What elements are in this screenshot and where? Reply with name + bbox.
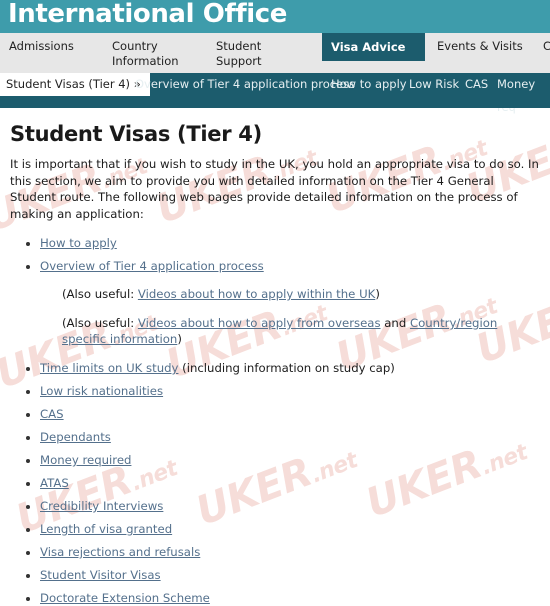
resource-link[interactable]: Length of visa granted (40, 522, 172, 536)
primary-nav-item-label: Student Support (216, 39, 262, 68)
secondary-nav-item-money-req[interactable]: Money req (497, 73, 550, 114)
list-item: Money required (40, 452, 540, 468)
resource-link[interactable]: Dependants (40, 430, 111, 444)
note-link[interactable]: Videos about how to apply within the UK (138, 287, 375, 301)
resource-link[interactable]: How to apply (40, 236, 117, 250)
secondary-nav-item-how-to-apply[interactable]: How to apply (331, 73, 407, 96)
note-prefix: (Also useful: (62, 287, 138, 301)
primary-nav-item-admissions[interactable]: Admissions (0, 33, 100, 54)
list-item: Doctorate Extension Scheme (40, 590, 540, 606)
also-useful-note: (Also useful: Videos about how to apply … (62, 315, 540, 347)
primary-nav-item-label: Co (543, 39, 550, 53)
resource-link[interactable]: Time limits on UK study (40, 361, 178, 375)
resource-link[interactable]: Doctorate Extension Scheme (40, 591, 210, 605)
site-header: International Office (0, 0, 550, 33)
resource-link[interactable]: CAS (40, 407, 64, 421)
resource-link[interactable]: Money required (40, 453, 131, 467)
list-item: How to apply (40, 235, 540, 251)
note-prefix: (Also useful: (62, 316, 138, 330)
intro-paragraph: It is important that if you wish to stud… (10, 157, 539, 221)
primary-nav-item-label: Country Information (112, 39, 179, 68)
resource-link[interactable]: ATAS (40, 476, 69, 490)
primary-navigation: Admissions Country Information Student Sup… (0, 33, 550, 73)
resource-link-list: How to apply Overview of Tier 4 applicati… (10, 235, 540, 606)
primary-nav-item-label: Admissions (9, 39, 74, 53)
note-joiner: and (380, 316, 410, 330)
primary-nav-item-label: Events & Visits (437, 39, 523, 53)
list-item: CAS (40, 406, 540, 422)
list-item: Low risk nationalities (40, 383, 540, 399)
primary-nav-item-student-support[interactable]: Student Support (207, 33, 317, 69)
main-content: Student Visas (Tier 4) It is important t… (0, 122, 550, 606)
secondary-nav-item-cas[interactable]: CAS (465, 73, 488, 96)
resource-link[interactable]: Low risk nationalities (40, 384, 163, 398)
list-item: Dependants (40, 429, 540, 445)
list-item: Credibility Interviews (40, 498, 540, 514)
list-item: Length of visa granted (40, 521, 540, 537)
primary-nav-item-co[interactable]: Co (534, 33, 550, 54)
note-suffix: ) (375, 287, 380, 301)
list-item: Visa rejections and refusals (40, 544, 540, 560)
list-item: Overview of Tier 4 application process (40, 258, 540, 274)
resource-link[interactable]: Visa rejections and refusals (40, 545, 200, 559)
primary-nav-item-visa-advice[interactable]: Visa Advice (322, 33, 425, 61)
note-suffix: ) (177, 332, 182, 346)
resource-link[interactable]: Credibility Interviews (40, 499, 163, 513)
list-item: ATAS (40, 475, 540, 491)
breadcrumb-current-page[interactable]: Student Visas (Tier 4) » (0, 73, 150, 96)
nav-underline-band (0, 96, 550, 108)
page-title: Student Visas (Tier 4) (10, 122, 262, 146)
note-link[interactable]: Videos about how to apply from overseas (138, 316, 381, 330)
resource-link[interactable]: Overview of Tier 4 application process (40, 259, 264, 273)
resource-link[interactable]: Student Visitor Visas (40, 568, 161, 582)
secondary-navigation: Student Visas (Tier 4) » Overview of Tie… (0, 73, 550, 114)
list-item: Student Visitor Visas (40, 567, 540, 583)
secondary-nav-item-low-risk[interactable]: Low Risk (409, 73, 459, 96)
primary-nav-item-events-visits[interactable]: Events & Visits (428, 33, 533, 54)
list-item: Time limits on UK study (including infor… (40, 360, 540, 376)
primary-nav-item-country-information[interactable]: Country Information (103, 33, 203, 69)
list-item-trailing-text: (including information on study cap) (178, 361, 395, 375)
primary-nav-item-label: Visa Advice (331, 40, 406, 54)
also-useful-note: (Also useful: Videos about how to apply … (62, 286, 540, 302)
secondary-nav-item-overview-of-tier-4-application-process[interactable]: Overview of Tier 4 application process (135, 73, 355, 96)
site-title: International Office (8, 0, 288, 29)
